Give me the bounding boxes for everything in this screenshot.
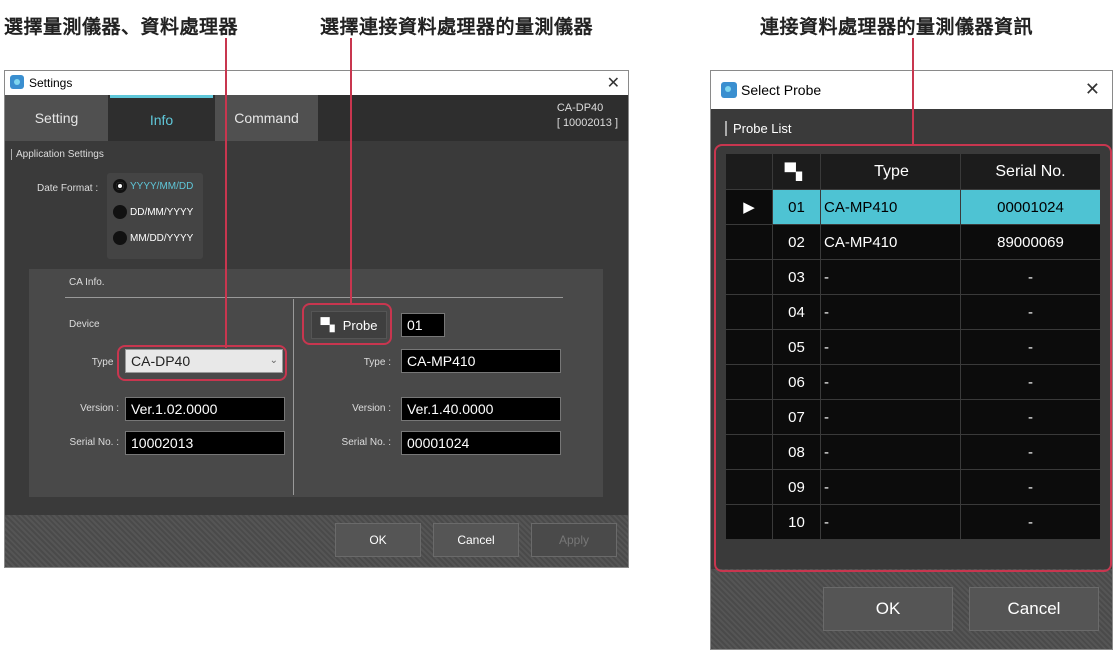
caption-select-probe: 選擇連接資料處理器的量測儀器 xyxy=(320,16,594,38)
probe-version-label: Version : xyxy=(352,403,391,414)
probe-serial-label: Serial No. : xyxy=(341,437,391,448)
callout-box-probe-list xyxy=(714,144,1112,572)
app-icon xyxy=(721,82,737,98)
date-format-label: Date Format : xyxy=(37,183,99,194)
ca-info-label: CA Info. xyxy=(69,277,105,288)
device-serial-header: [ 10002013 ] xyxy=(556,117,618,129)
device-serial-field: 10002013 xyxy=(125,431,285,455)
tab-setting[interactable]: Setting xyxy=(5,95,108,141)
cancel-button[interactable]: Cancel xyxy=(433,523,519,557)
select-probe-title: Select Probe xyxy=(741,82,822,98)
caption-probe-info: 連接資料處理器的量測儀器資訊 xyxy=(760,16,1034,38)
close-icon[interactable]: ✕ xyxy=(607,73,620,93)
probe-number-field[interactable]: 01 xyxy=(401,313,445,337)
tab-command[interactable]: Command xyxy=(215,95,318,141)
callout-line xyxy=(350,38,352,304)
probe-list-label: Probe List xyxy=(725,121,792,136)
cancel-button[interactable]: Cancel xyxy=(969,587,1099,631)
callout-box-device-type xyxy=(117,345,287,381)
caption-select-device: 選擇量測儀器、資料處理器 xyxy=(4,16,239,38)
device-serial-label: Serial No. : xyxy=(69,437,119,448)
settings-tabbar: Setting Info Command CA-DP40 [ 10002013 … xyxy=(5,95,628,141)
apply-button[interactable]: Apply xyxy=(531,523,617,557)
probe-serial-field: 00001024 xyxy=(401,431,561,455)
callout-line xyxy=(912,38,914,145)
device-version-label: Version : xyxy=(80,403,119,414)
date-format-group: YYYY/MM/DD DD/MM/YYYY MM/DD/YYYY xyxy=(107,173,203,259)
ok-button[interactable]: OK xyxy=(823,587,953,631)
close-icon[interactable]: ✕ xyxy=(1085,79,1100,100)
app-icon xyxy=(10,75,24,89)
settings-titlebar: Settings ✕ xyxy=(5,71,628,95)
callout-box-probe-button xyxy=(302,303,392,345)
settings-button-bar: OK Cancel Apply xyxy=(5,515,628,567)
device-version-field: Ver.1.02.0000 xyxy=(125,397,285,421)
divider xyxy=(65,297,563,298)
probe-version-field: Ver.1.40.0000 xyxy=(401,397,561,421)
date-format-option-yyyymmdd[interactable]: YYYY/MM/DD xyxy=(113,179,193,193)
divider xyxy=(293,299,294,495)
probe-type-field: CA-MP410 xyxy=(401,349,561,373)
date-format-option-ddmmyyyy[interactable]: DD/MM/YYYY xyxy=(113,205,193,219)
connected-device-label: CA-DP40 [ 10002013 ] xyxy=(557,101,618,131)
ok-button[interactable]: OK xyxy=(335,523,421,557)
device-section-label: Device xyxy=(69,319,100,330)
device-type-label: Type : xyxy=(91,357,119,368)
date-format-option-mmddyyyy[interactable]: MM/DD/YYYY xyxy=(113,231,193,245)
probe-button-bar: OK Cancel xyxy=(711,569,1112,649)
callout-line xyxy=(225,38,227,348)
settings-window-title: Settings xyxy=(29,76,73,90)
device-model: CA-DP40 xyxy=(556,102,604,114)
tab-info[interactable]: Info xyxy=(110,95,213,141)
probe-type-label: Type : xyxy=(363,357,391,368)
application-settings-label: Application Settings xyxy=(11,149,104,160)
